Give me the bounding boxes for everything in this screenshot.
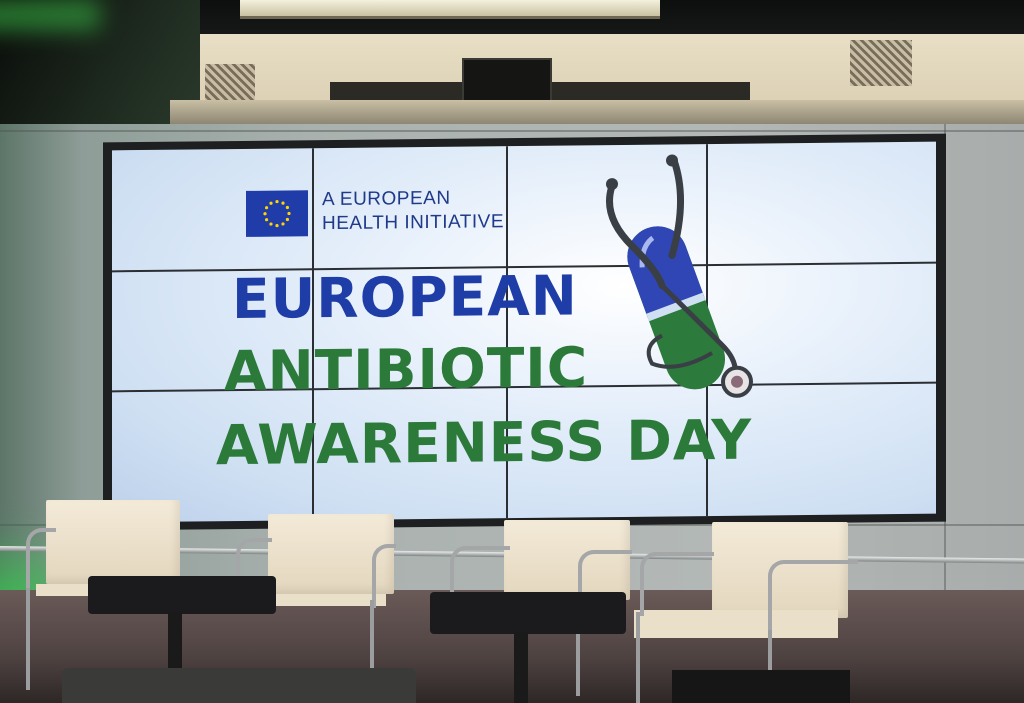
side-table (88, 576, 276, 614)
side-table-stem (514, 632, 528, 703)
chair-leg (768, 630, 772, 674)
title-european: EUROPEAN (232, 263, 578, 332)
front-bench (62, 668, 416, 703)
side-table (430, 592, 626, 634)
chair-armrest (640, 552, 714, 616)
chair-leg (26, 588, 30, 690)
eu-flag-icon (246, 190, 308, 237)
title-antibiotic: ANTIBIOTIC (224, 335, 589, 404)
initiative-line-2: HEALTH INITIATIVE (322, 211, 504, 235)
initiative-line-1: A EUROPEAN (322, 187, 451, 211)
chair-armrest (768, 560, 858, 634)
chair-leg (370, 600, 374, 678)
initiative-text: A EUROPEAN HEALTH INITIATIVE (322, 186, 504, 236)
chair-back (46, 500, 180, 584)
side-table-stem (168, 612, 182, 672)
video-wall: A EUROPEAN HEALTH INITIATIVE EUROPEAN AN… (112, 141, 936, 523)
front-monitor-box (672, 670, 850, 703)
chair-leg (636, 612, 640, 703)
eu-stars (263, 199, 291, 228)
title-awareness-day: AWARENESS DAY (216, 407, 753, 478)
stethoscope-capsule-logo (606, 154, 753, 398)
ornamental-vent (850, 40, 912, 86)
chair-seat (260, 594, 386, 606)
ceiling-light-panel (240, 0, 660, 19)
conference-stage-scene: A EUROPEAN HEALTH INITIATIVE EUROPEAN AN… (0, 0, 1024, 703)
chair-armrest (26, 528, 56, 592)
chair-armrest (372, 544, 396, 608)
wall-panel-line (0, 130, 1024, 132)
green-stage-light (0, 0, 100, 30)
balcony-rail (170, 100, 1024, 124)
